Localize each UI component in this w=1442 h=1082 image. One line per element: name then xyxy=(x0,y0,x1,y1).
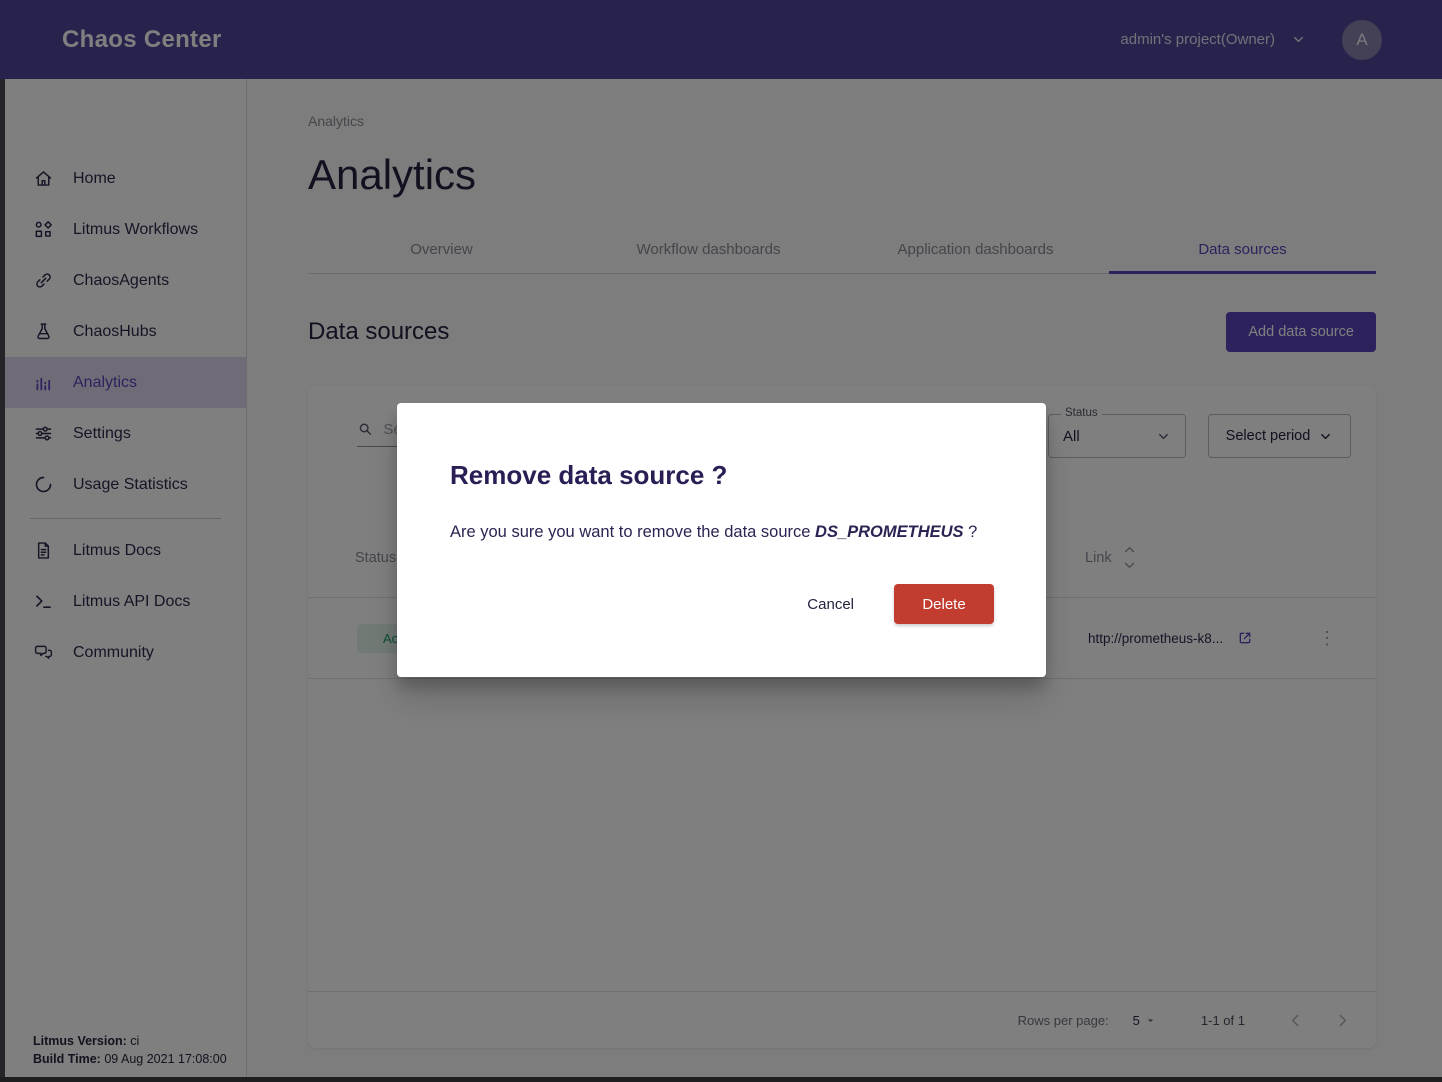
dialog-title: Remove data source ? xyxy=(450,460,994,491)
data-source-name: DS_PROMETHEUS xyxy=(815,523,964,541)
delete-button[interactable]: Delete xyxy=(894,584,994,624)
cancel-button[interactable]: Cancel xyxy=(807,596,854,613)
remove-data-source-dialog: Remove data source ? Are you sure you wa… xyxy=(397,403,1046,677)
dialog-message: Are you sure you want to remove the data… xyxy=(450,523,994,542)
